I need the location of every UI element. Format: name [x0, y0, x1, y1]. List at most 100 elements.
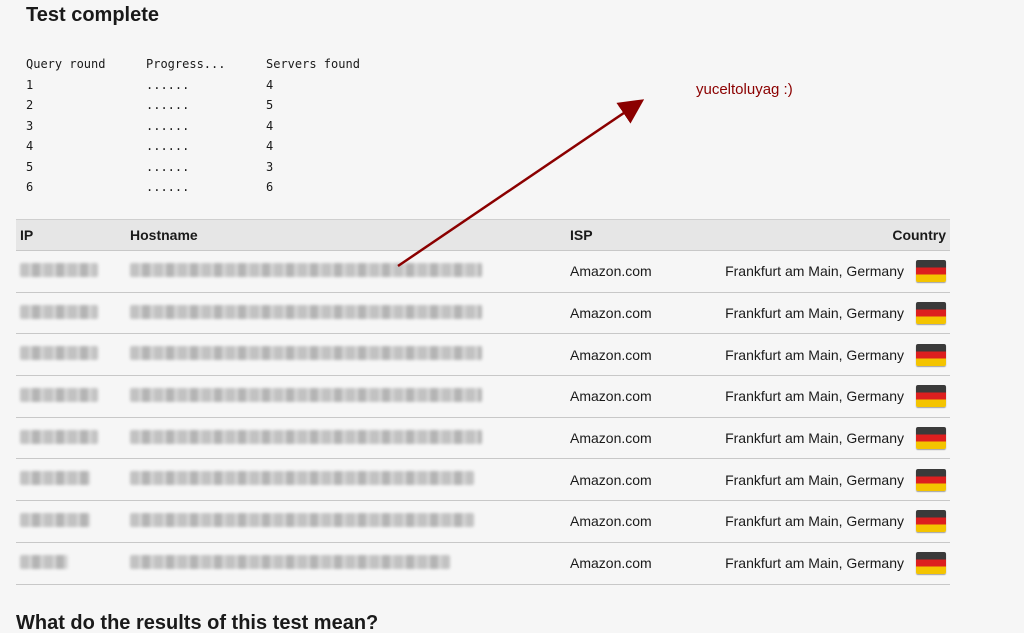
redacted-hostname: [130, 346, 482, 361]
redacted-hostname: [130, 262, 482, 277]
table-row: Amazon.com Frankfurt am Main, Germany: [16, 333, 950, 376]
table-row: Amazon.com Frankfurt am Main, Germany: [16, 500, 950, 543]
query-row: 6 ...... 6: [26, 177, 386, 198]
query-progress: ......: [146, 118, 190, 133]
isp-cell: Amazon.com: [570, 305, 652, 322]
query-servers: 4: [266, 118, 274, 133]
redacted-hostname: [130, 471, 474, 486]
redacted-ip: [20, 304, 98, 319]
query-header-row: Query round Progress... Servers found: [26, 54, 386, 75]
isp-cell: Amazon.com: [570, 430, 652, 447]
table-row: Amazon.com Frankfurt am Main, Germany: [16, 375, 950, 418]
hostname-cell: [126, 376, 566, 418]
table-row: Amazon.com Frankfurt am Main, Germany: [16, 458, 950, 501]
query-header-servers: Servers found: [266, 57, 360, 72]
query-servers: 4: [266, 139, 274, 154]
ip-cell: [16, 292, 126, 334]
country-cell: Frankfurt am Main, Germany: [720, 334, 950, 376]
query-servers: 4: [266, 77, 274, 92]
query-header-progress: Progress...: [146, 57, 226, 72]
redacted-hostname: [130, 304, 482, 319]
header-country: Country: [892, 227, 946, 243]
isp-cell: Amazon.com: [570, 263, 652, 280]
country-cell: Frankfurt am Main, Germany: [720, 417, 950, 459]
page: Test complete Query round Progress... Se…: [0, 0, 1024, 633]
query-header-round: Query round: [26, 57, 106, 72]
query-progress: ......: [146, 77, 190, 92]
table-row: Amazon.com Frankfurt am Main, Germany: [16, 417, 950, 459]
page-title: Test complete: [26, 4, 159, 26]
annotation-text: yuceltoluyag :): [696, 81, 793, 98]
query-round: 1: [26, 77, 34, 92]
dns-results-table: IP Hostname ISP Country Amazon.com Frank…: [16, 219, 950, 585]
ip-cell: [16, 459, 126, 501]
header-hostname: Hostname: [130, 227, 198, 243]
country-label: Frankfurt am Main, Germany: [725, 471, 904, 488]
germany-flag-icon: [916, 385, 946, 408]
country-label: Frankfurt am Main, Germany: [725, 513, 904, 530]
redacted-ip: [20, 512, 90, 527]
hostname-cell: [126, 334, 566, 376]
country-label: Frankfurt am Main, Germany: [725, 555, 904, 572]
ip-cell: [16, 251, 126, 293]
country-label: Frankfurt am Main, Germany: [725, 346, 904, 363]
ip-cell: [16, 376, 126, 418]
query-row: 3 ...... 4: [26, 116, 386, 137]
germany-flag-icon: [916, 302, 946, 325]
ip-cell: [16, 542, 126, 584]
hostname-cell: [126, 501, 566, 543]
hostname-cell: [126, 251, 566, 293]
isp-cell: Amazon.com: [570, 471, 652, 488]
isp-cell: Amazon.com: [570, 555, 652, 572]
query-servers: 6: [266, 180, 274, 195]
hostname-cell: [126, 542, 566, 584]
germany-flag-icon: [916, 427, 946, 450]
country-label: Frankfurt am Main, Germany: [725, 430, 904, 447]
table-row: Amazon.com Frankfurt am Main, Germany: [16, 542, 950, 584]
query-progress: ......: [146, 180, 190, 195]
query-progress: ......: [146, 98, 190, 113]
germany-flag-icon: [916, 260, 946, 283]
country-cell: Frankfurt am Main, Germany: [720, 292, 950, 334]
redacted-ip: [20, 429, 98, 444]
ip-cell: [16, 501, 126, 543]
isp-cell: Amazon.com: [570, 513, 652, 530]
section-heading: What do the results of this test mean?: [16, 612, 379, 633]
redacted-hostname: [130, 512, 474, 527]
country-cell: Frankfurt am Main, Germany: [720, 459, 950, 501]
hostname-cell: [126, 459, 566, 501]
isp-cell: Amazon.com: [570, 388, 652, 405]
query-round-table: Query round Progress... Servers found 1 …: [26, 54, 386, 198]
query-round: 6: [26, 180, 34, 195]
country-cell: Frankfurt am Main, Germany: [720, 542, 950, 584]
germany-flag-icon: [916, 552, 946, 575]
query-row: 2 ...... 5: [26, 95, 386, 116]
country-cell: Frankfurt am Main, Germany: [720, 376, 950, 418]
query-round: 4: [26, 139, 34, 154]
redacted-hostname: [130, 429, 482, 444]
hostname-cell: [126, 292, 566, 334]
isp-cell: Amazon.com: [570, 346, 652, 363]
query-row: 4 ...... 4: [26, 136, 386, 157]
query-round: 5: [26, 159, 34, 174]
table-row: Amazon.com Frankfurt am Main, Germany: [16, 250, 950, 293]
country-cell: Frankfurt am Main, Germany: [720, 501, 950, 543]
country-label: Frankfurt am Main, Germany: [725, 305, 904, 322]
header-isp: ISP: [570, 227, 593, 243]
germany-flag-icon: [916, 343, 946, 366]
redacted-hostname: [130, 387, 482, 402]
germany-flag-icon: [916, 468, 946, 491]
redacted-hostname: [130, 554, 450, 569]
redacted-ip: [20, 387, 98, 402]
query-progress: ......: [146, 159, 190, 174]
germany-flag-icon: [916, 510, 946, 533]
country-label: Frankfurt am Main, Germany: [725, 388, 904, 405]
query-progress: ......: [146, 139, 190, 154]
redacted-ip: [20, 262, 98, 277]
hostname-cell: [126, 417, 566, 459]
results-header-row: IP Hostname ISP Country: [16, 219, 950, 251]
table-row: Amazon.com Frankfurt am Main, Germany: [16, 292, 950, 334]
query-round: 2: [26, 98, 34, 113]
country-cell: Frankfurt am Main, Germany: [720, 251, 950, 293]
redacted-ip: [20, 346, 98, 361]
